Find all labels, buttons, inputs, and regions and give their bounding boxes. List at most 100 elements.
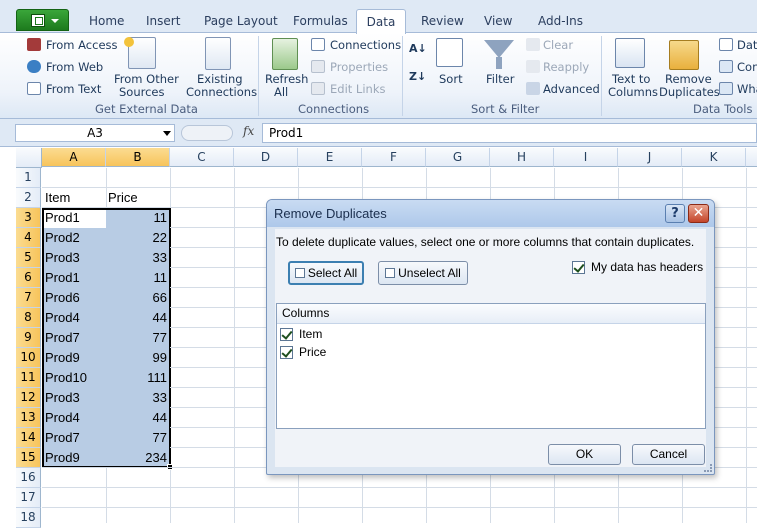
cell-price[interactable]: 234 [106, 448, 170, 468]
consolidate-button[interactable]: Con [737, 60, 757, 74]
row-header-4[interactable]: 4 [16, 228, 41, 248]
filter-button[interactable]: Filter [486, 72, 514, 86]
my-data-has-headers-label[interactable]: My data has headers [591, 260, 703, 274]
row-header-9[interactable]: 9 [16, 328, 41, 348]
sort-az-icon[interactable]: A↓ [409, 42, 427, 55]
clear-button[interactable]: Clear [543, 38, 573, 52]
row-header-8[interactable]: 8 [16, 308, 41, 328]
row-header-18[interactable]: 18 [16, 508, 41, 528]
reapply-button[interactable]: Reapply [543, 60, 589, 74]
columns-listbox[interactable]: Columns Item Price [276, 303, 706, 429]
tab-home[interactable]: Home [89, 13, 124, 33]
row-header-13[interactable]: 13 [16, 408, 41, 428]
text-to-columns-label2[interactable]: Columns [608, 85, 658, 99]
cell-item[interactable]: Prod6 [45, 288, 105, 308]
row-header-16[interactable]: 16 [16, 468, 41, 488]
row-header-17[interactable]: 17 [16, 488, 41, 508]
data-validation-button[interactable]: Data [737, 38, 757, 52]
cell-item[interactable]: Prod9 [45, 348, 105, 368]
refresh-all-label1[interactable]: Refresh [265, 72, 308, 86]
tab-data[interactable]: Data [356, 9, 406, 34]
select-all-button[interactable]: Select All [288, 261, 364, 285]
dialog-title-bar[interactable]: Remove Duplicates [267, 200, 714, 227]
cell-price[interactable]: 66 [106, 288, 170, 308]
cell-item[interactable]: Prod7 [45, 328, 105, 348]
tab-formulas[interactable]: Formulas [293, 13, 348, 33]
tab-add-ins[interactable]: Add-Ins [538, 13, 583, 33]
chevron-down-icon[interactable] [163, 131, 171, 136]
close-icon[interactable]: ✕ [688, 204, 709, 223]
refresh-all-label2[interactable]: All [274, 85, 288, 99]
cell-price[interactable]: 22 [106, 228, 170, 248]
cell-price[interactable]: 33 [106, 388, 170, 408]
column-header-c[interactable]: C [170, 148, 234, 167]
column-header-g[interactable]: G [426, 148, 490, 167]
row-header-12[interactable]: 12 [16, 388, 41, 408]
cell-a2[interactable]: Item [45, 188, 70, 208]
cell-price[interactable]: 11 [106, 268, 170, 288]
sort-button[interactable]: Sort [439, 72, 463, 86]
row-header-15[interactable]: 15 [16, 448, 41, 468]
cell-price[interactable]: 44 [106, 308, 170, 328]
cell-price[interactable]: 111 [106, 368, 170, 388]
cell-item[interactable]: Prod10 [45, 368, 105, 388]
my-data-has-headers-checkbox[interactable] [572, 261, 585, 274]
column-price-checkbox[interactable] [280, 346, 293, 359]
row-header-6[interactable]: 6 [16, 268, 41, 288]
column-header-k[interactable]: K [682, 148, 746, 167]
from-other-sources-label2[interactable]: Sources [119, 85, 165, 99]
name-box[interactable]: A3 [15, 124, 175, 142]
column-price-label[interactable]: Price [299, 345, 326, 359]
select-all-corner[interactable] [16, 148, 42, 168]
file-menu-button[interactable] [16, 9, 69, 31]
cell-price[interactable]: 99 [106, 348, 170, 368]
row-header-7[interactable]: 7 [16, 288, 41, 308]
column-header-i[interactable]: I [554, 148, 618, 167]
tab-insert[interactable]: Insert [146, 13, 180, 33]
row-header-11[interactable]: 11 [16, 368, 41, 388]
existing-connections-label2[interactable]: Connections [186, 85, 257, 99]
help-icon[interactable]: ? [665, 204, 685, 223]
column-header-d[interactable]: D [234, 148, 298, 167]
cell-item[interactable]: Prod4 [45, 308, 105, 328]
formula-bar-splitter[interactable] [181, 125, 233, 141]
cell-item[interactable]: Prod2 [45, 228, 105, 248]
from-text-button[interactable]: From Text [46, 82, 101, 96]
from-other-sources-label1[interactable]: From Other [114, 72, 179, 86]
edit-links-button[interactable]: Edit Links [330, 82, 385, 96]
insert-function-icon[interactable]: fx [243, 124, 254, 138]
cell-price[interactable]: 77 [106, 328, 170, 348]
cell-price[interactable]: 11 [106, 208, 170, 228]
unselect-all-button[interactable]: Unselect All [378, 261, 468, 285]
remove-duplicates-label2[interactable]: Duplicates [659, 85, 720, 99]
cell-price[interactable]: 44 [106, 408, 170, 428]
column-header-h[interactable]: H [490, 148, 554, 167]
from-web-button[interactable]: From Web [46, 60, 103, 74]
column-header-f[interactable]: F [362, 148, 426, 167]
tab-view[interactable]: View [484, 13, 512, 33]
properties-button[interactable]: Properties [330, 60, 388, 74]
cell-item[interactable]: Prod9 [45, 448, 105, 468]
tab-review[interactable]: Review [421, 13, 464, 33]
cell-item[interactable]: Prod4 [45, 408, 105, 428]
cell-b2[interactable]: Price [108, 188, 138, 208]
column-header-b[interactable]: B [106, 148, 170, 167]
cell-item[interactable]: Prod7 [45, 428, 105, 448]
tab-page-layout[interactable]: Page Layout [204, 13, 278, 33]
resize-grip-icon[interactable] [704, 464, 712, 472]
what-if-button[interactable]: Wha [737, 82, 757, 96]
remove-duplicates-label1[interactable]: Remove [665, 72, 712, 86]
formula-input[interactable]: Prod1 [262, 123, 757, 143]
from-access-button[interactable]: From Access [46, 38, 118, 52]
connections-button[interactable]: Connections [330, 38, 401, 52]
column-item-checkbox[interactable] [280, 328, 293, 341]
row-header-10[interactable]: 10 [16, 348, 41, 368]
column-header-e[interactable]: E [298, 148, 362, 167]
row-header-14[interactable]: 14 [16, 428, 41, 448]
cancel-button[interactable]: Cancel [632, 444, 705, 465]
cell-item[interactable]: Prod3 [45, 388, 105, 408]
cell-item[interactable]: Prod3 [45, 248, 105, 268]
cell-item[interactable]: Prod1 [45, 268, 105, 288]
sort-za-icon[interactable]: Z↓ [409, 70, 426, 83]
row-header-3[interactable]: 3 [16, 208, 41, 228]
